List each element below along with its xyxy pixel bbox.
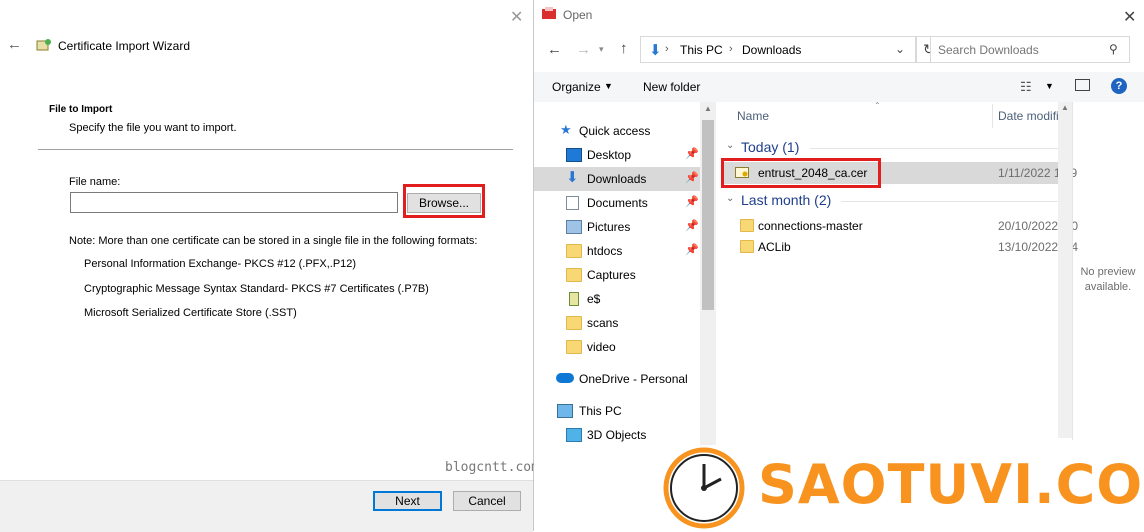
- nav-item-e-drive[interactable]: e$: [534, 287, 700, 311]
- group-last-month[interactable]: Last month (2): [741, 192, 831, 208]
- folder-icon: [566, 268, 582, 282]
- folder-icon: [566, 316, 582, 330]
- address-bar[interactable]: ⬇ › This PC › Downloads ⌄: [640, 36, 916, 63]
- preview-pane-icon[interactable]: [1075, 79, 1090, 91]
- nav-item-3d-objects[interactable]: 3D Objects: [534, 423, 700, 447]
- new-folder-button[interactable]: New folder: [643, 80, 700, 94]
- group-collapse-icon[interactable]: ⌄: [726, 140, 734, 151]
- file-name-input[interactable]: [70, 192, 398, 213]
- file-name-label: File name:: [69, 176, 121, 188]
- open-dialog-title: Open: [563, 8, 593, 22]
- drive-icon: [569, 292, 579, 306]
- nav-item-onedrive[interactable]: OneDrive - Personal: [534, 367, 700, 391]
- navigation-scrollbar[interactable]: ▲: [700, 102, 716, 452]
- nav-item-scans[interactable]: scans: [534, 311, 700, 335]
- nav-item-this-pc[interactable]: This PC: [534, 399, 700, 423]
- back-arrow-icon[interactable]: ←: [7, 36, 22, 53]
- open-dialog-icon: [542, 7, 556, 20]
- format-pkcs12: Personal Information Exchange- PKCS #12 …: [84, 258, 357, 270]
- pin-icon[interactable]: 📌: [685, 147, 699, 160]
- column-header-name[interactable]: Name: [737, 109, 769, 123]
- group-collapse-icon[interactable]: ⌄: [726, 193, 734, 204]
- view-options-icon[interactable]: ☷: [1020, 79, 1032, 95]
- section-title: File to Import: [49, 104, 113, 115]
- highlight-browse: [403, 184, 485, 218]
- organize-menu[interactable]: Organize: [552, 80, 601, 94]
- group-divider: [841, 201, 1072, 202]
- forward-icon[interactable]: →: [576, 41, 591, 58]
- organize-dropdown-icon[interactable]: ▼: [604, 81, 613, 91]
- breadcrumb-this-pc[interactable]: This PC: [680, 43, 723, 57]
- clock-logo-icon: [663, 447, 745, 529]
- folder-icon: [566, 244, 582, 258]
- folder-icon: [740, 219, 754, 232]
- cloud-icon: [556, 373, 574, 383]
- file-name: ACLib: [758, 240, 791, 254]
- sort-chevron-icon: ⌃: [874, 101, 881, 110]
- close-icon[interactable]: ✕: [510, 7, 523, 27]
- certificate-wizard-icon: [36, 38, 52, 52]
- nav-item-htdocs[interactable]: htdocs 📌: [534, 239, 700, 263]
- wizard-title: Certificate Import Wizard: [58, 39, 191, 53]
- view-dropdown-icon[interactable]: ▼: [1045, 81, 1054, 91]
- format-pkcs7: Cryptographic Message Syntax Standard- P…: [84, 283, 429, 295]
- star-icon: ★: [560, 122, 572, 137]
- scrollbar-thumb[interactable]: [702, 120, 714, 310]
- file-name: connections-master: [758, 219, 863, 233]
- cancel-button[interactable]: Cancel: [453, 491, 521, 511]
- pin-icon[interactable]: 📌: [685, 195, 699, 208]
- folder-icon: [740, 240, 754, 253]
- scroll-up-icon[interactable]: ▲: [704, 104, 712, 113]
- file-row[interactable]: ACLib 13/10/2022 9:4: [722, 236, 1078, 257]
- nav-item-desktop[interactable]: Desktop 📌: [534, 143, 700, 167]
- pictures-icon: [566, 220, 582, 234]
- saotuvi-logo: SAOTUVI.COM: [655, 445, 1144, 531]
- nav-item-documents[interactable]: Documents 📌: [534, 191, 700, 215]
- preview-divider: [1072, 102, 1073, 440]
- nav-item-pictures[interactable]: Pictures 📌: [534, 215, 700, 239]
- column-divider: [992, 104, 993, 128]
- download-arrow-icon: ⬇: [566, 169, 579, 186]
- formats-note: Note: More than one certificate can be s…: [69, 235, 478, 247]
- download-location-icon: ⬇: [649, 42, 662, 59]
- chevron-down-icon[interactable]: ⌄: [895, 42, 905, 56]
- nav-item-quick-access[interactable]: ★ Quick access: [534, 119, 700, 143]
- logo-text: SAOTUVI.COM: [758, 453, 1144, 516]
- certificate-import-wizard: ✕ ← Certificate Import Wizard File to Im…: [0, 0, 539, 532]
- group-divider: [810, 148, 1072, 149]
- scroll-up-icon[interactable]: ▲: [1061, 103, 1069, 112]
- pin-icon[interactable]: 📌: [685, 243, 699, 256]
- search-icon[interactable]: ⚲: [1109, 42, 1118, 56]
- close-icon[interactable]: ✕: [1123, 7, 1136, 27]
- nav-item-video[interactable]: video: [534, 335, 700, 359]
- highlight-certificate-file: [721, 158, 881, 188]
- navigation-pane: ★ Quick access Desktop 📌 ⬇ Downloads 📌 D…: [534, 102, 716, 452]
- up-icon[interactable]: ↑: [620, 40, 628, 57]
- documents-icon: [566, 196, 579, 210]
- recent-locations-icon[interactable]: ▾: [599, 44, 604, 55]
- file-list-scrollbar[interactable]: ▲: [1058, 102, 1072, 438]
- preview-pane-text: No preview available.: [1080, 266, 1136, 293]
- group-today[interactable]: Today (1): [741, 139, 799, 155]
- pin-icon[interactable]: 📌: [685, 171, 699, 184]
- breadcrumb-sep-icon: ›: [665, 43, 669, 55]
- pin-icon[interactable]: 📌: [685, 219, 699, 232]
- divider: [38, 149, 513, 150]
- cube-icon: [566, 428, 582, 442]
- next-button[interactable]: Next: [373, 491, 442, 511]
- back-icon[interactable]: ←: [547, 41, 562, 58]
- nav-item-downloads[interactable]: ⬇ Downloads 📌: [534, 167, 700, 191]
- nav-item-captures[interactable]: Captures: [534, 263, 700, 287]
- breadcrumb-sep-icon: ›: [729, 43, 733, 55]
- search-input[interactable]: [936, 39, 1110, 61]
- section-description: Specify the file you want to import.: [69, 122, 237, 134]
- blog-watermark: blogcntt.com: [445, 460, 539, 475]
- format-sst: Microsoft Serialized Certificate Store (…: [84, 307, 297, 319]
- file-row[interactable]: connections-master 20/10/2022 4:0: [722, 215, 1078, 236]
- folder-icon: [566, 340, 582, 354]
- breadcrumb-downloads[interactable]: Downloads: [742, 43, 801, 57]
- computer-icon: [557, 404, 573, 418]
- help-icon[interactable]: ?: [1111, 78, 1127, 94]
- desktop-icon: [566, 148, 582, 162]
